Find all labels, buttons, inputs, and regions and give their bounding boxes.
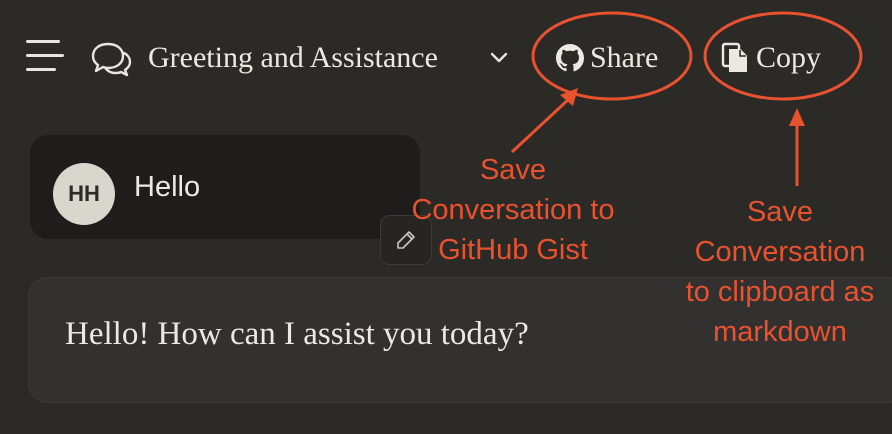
annotation-line: Save [746,196,814,228]
conversation-title[interactable]: Greeting and Assistance [148,38,438,78]
user-message-text: Hello [134,171,201,203]
annotation-line: Conversation to [411,194,615,226]
annotation-line: markdown [713,316,847,348]
annotation-line: Save [479,154,547,186]
annotation-line: Conversation [694,236,866,268]
github-icon [556,44,584,72]
copy-button[interactable]: Copy [720,38,821,78]
copy-arrow-head [789,108,805,126]
menu-line [26,68,56,71]
chevron-down-icon[interactable] [488,46,510,68]
user-message: HH Hello [30,135,420,239]
copy-annotation: Save Conversation to clipboard as markdo… [660,192,892,352]
annotation-line: to clipboard as [685,276,875,308]
copy-icon [721,42,747,72]
assistant-message-text: Hello! How can I assist you today? [65,316,529,352]
share-arrow-head [560,88,578,106]
share-label: Share [590,41,659,74]
menu-line [26,54,64,57]
menu-line [26,40,60,43]
annotation-line: GitHub Gist [438,234,588,266]
share-arrow [510,96,572,154]
share-annotation: Save Conversation to GitHub Gist [390,150,636,270]
copy-label: Copy [756,41,822,74]
menu-icon[interactable] [26,40,64,74]
share-button[interactable]: Share [556,38,658,78]
chat-bubbles-icon[interactable] [90,40,132,78]
avatar: HH [53,163,115,225]
